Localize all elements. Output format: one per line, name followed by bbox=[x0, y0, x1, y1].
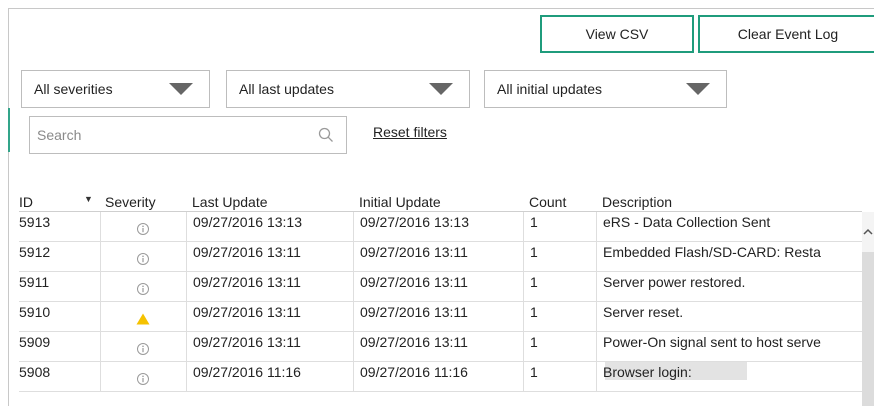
last-update-filter-value: All last updates bbox=[239, 81, 334, 97]
cell-initial-update: 09/27/2016 13:11 bbox=[353, 332, 523, 361]
cell-initial-update: 09/27/2016 13:13 bbox=[353, 212, 523, 241]
cell-severity bbox=[100, 332, 186, 361]
cell-severity bbox=[100, 362, 186, 391]
last-update-filter-dropdown[interactable]: All last updates bbox=[226, 70, 470, 108]
vertical-scrollbar[interactable] bbox=[862, 212, 874, 406]
cell-last-update: 09/27/2016 13:11 bbox=[186, 302, 353, 331]
table-row[interactable]: 5908 09/27/2016 11:16 09/27/2016 11:16 1… bbox=[19, 362, 862, 392]
column-header-description[interactable]: Description bbox=[602, 194, 672, 210]
cell-description: eRS - Data Collection Sent bbox=[596, 212, 862, 241]
cell-last-update: 09/27/2016 13:11 bbox=[186, 272, 353, 301]
cell-last-update: 09/27/2016 13:11 bbox=[186, 242, 353, 271]
info-icon bbox=[137, 283, 149, 295]
cell-id: 5908 bbox=[19, 364, 51, 380]
chevron-down-icon bbox=[169, 83, 193, 95]
table-row[interactable]: 5909 09/27/2016 13:11 09/27/2016 13:11 1… bbox=[19, 332, 862, 362]
sort-descending-icon[interactable]: ▼ bbox=[84, 194, 93, 204]
cell-count: 1 bbox=[523, 212, 596, 241]
cell-severity bbox=[100, 212, 186, 241]
severity-filter-dropdown[interactable]: All severities bbox=[21, 70, 210, 108]
severity-filter-value: All severities bbox=[34, 81, 113, 97]
cell-id: 5913 bbox=[19, 214, 51, 230]
cell-initial-update: 09/27/2016 11:16 bbox=[353, 362, 523, 391]
cell-severity bbox=[100, 242, 186, 271]
cell-description: Server power restored. bbox=[596, 272, 862, 301]
cell-severity bbox=[100, 302, 186, 331]
cell-initial-update: 09/27/2016 13:11 bbox=[353, 272, 523, 301]
cell-id: 5911 bbox=[19, 274, 50, 290]
reset-filters-link[interactable]: Reset filters bbox=[373, 124, 447, 140]
column-header-id[interactable]: ID bbox=[19, 194, 33, 210]
cell-last-update: 09/27/2016 13:13 bbox=[186, 212, 353, 241]
cell-severity bbox=[100, 272, 186, 301]
column-header-severity[interactable]: Severity bbox=[105, 194, 156, 210]
cell-count: 1 bbox=[523, 302, 596, 331]
cell-count: 1 bbox=[523, 362, 596, 391]
cell-id: 5909 bbox=[19, 334, 51, 350]
cell-last-update: 09/27/2016 11:16 bbox=[186, 362, 353, 391]
search-box bbox=[29, 116, 347, 154]
info-icon bbox=[137, 253, 149, 265]
info-icon bbox=[137, 343, 149, 355]
cell-description: Server reset. bbox=[596, 302, 862, 331]
cell-count: 1 bbox=[523, 332, 596, 361]
column-header-initial-update[interactable]: Initial Update bbox=[359, 194, 441, 210]
search-input[interactable] bbox=[30, 117, 310, 153]
table-row[interactable]: 5913 09/27/2016 13:13 09/27/2016 13:13 1… bbox=[19, 212, 862, 242]
table-row[interactable]: 5912 09/27/2016 13:11 09/27/2016 13:11 1… bbox=[19, 242, 862, 272]
table-row[interactable]: 5910 09/27/2016 13:11 09/27/2016 13:11 1… bbox=[19, 302, 862, 332]
column-header-count[interactable]: Count bbox=[529, 194, 566, 210]
cell-initial-update: 09/27/2016 13:11 bbox=[353, 242, 523, 271]
initial-update-filter-dropdown[interactable]: All initial updates bbox=[484, 70, 727, 108]
warning-icon bbox=[136, 313, 150, 325]
view-csv-button[interactable]: View CSV bbox=[540, 15, 694, 53]
chevron-down-icon bbox=[429, 83, 453, 95]
cell-description: Power-On signal sent to host serve bbox=[596, 332, 862, 361]
table-header: ID ▼ Severity Last Update Initial Update… bbox=[0, 192, 874, 212]
clear-event-log-button[interactable]: Clear Event Log bbox=[698, 15, 874, 53]
search-icon[interactable] bbox=[318, 127, 334, 143]
cell-description: Browser login: bbox=[596, 362, 862, 391]
info-icon bbox=[137, 223, 149, 235]
info-icon bbox=[137, 373, 149, 385]
cell-id: 5912 bbox=[19, 244, 51, 260]
cell-description: Embedded Flash/SD-CARD: Resta bbox=[596, 242, 862, 271]
panel-border-top bbox=[8, 8, 874, 9]
chevron-down-icon bbox=[686, 83, 710, 95]
table-row[interactable]: 5911 09/27/2016 13:11 09/27/2016 13:11 1… bbox=[19, 272, 862, 302]
cell-count: 1 bbox=[523, 242, 596, 271]
column-header-last-update[interactable]: Last Update bbox=[192, 194, 268, 210]
scrollbar-thumb[interactable] bbox=[862, 252, 874, 406]
focus-accent-bar bbox=[8, 108, 10, 152]
chevron-up-icon[interactable] bbox=[862, 226, 874, 238]
cell-count: 1 bbox=[523, 272, 596, 301]
cell-last-update: 09/27/2016 13:11 bbox=[186, 332, 353, 361]
cell-id: 5910 bbox=[19, 304, 51, 320]
initial-update-filter-value: All initial updates bbox=[497, 81, 603, 97]
cell-initial-update: 09/27/2016 13:11 bbox=[353, 302, 523, 331]
